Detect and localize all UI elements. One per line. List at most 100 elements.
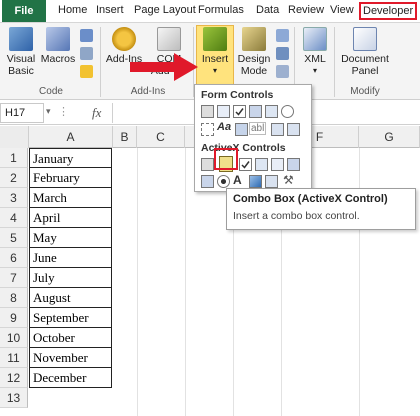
relative-references-icon[interactable] [80, 47, 93, 60]
macros-button[interactable]: Macros [40, 27, 76, 65]
check-box-form-control-icon[interactable] [233, 105, 246, 118]
gridline [137, 148, 138, 416]
tab-view[interactable]: View [330, 4, 354, 16]
tooltip-title: Combo Box (ActiveX Control) [233, 193, 388, 205]
spin-button-activex-icon[interactable] [201, 175, 214, 188]
row-header[interactable]: 10 [0, 328, 28, 348]
name-box[interactable]: H17 [0, 103, 44, 123]
text-field-form-control-icon[interactable]: abl [249, 122, 267, 135]
cell-a7[interactable]: July [29, 268, 112, 288]
row-header[interactable]: 1 [0, 148, 28, 168]
xml-button[interactable]: XML ▾ [298, 27, 332, 77]
row-header[interactable]: 5 [0, 228, 28, 248]
cell-a6[interactable]: June [29, 248, 112, 268]
visual-basic-button[interactable]: Visual Basic [4, 27, 38, 77]
row-header[interactable]: 11 [0, 348, 28, 368]
cell-a9[interactable]: September [29, 308, 112, 328]
combo-list-edit-icon[interactable] [271, 123, 284, 136]
com-addins-icon [157, 27, 181, 51]
gridline [185, 148, 186, 416]
insert-controls-button[interactable]: Insert ▾ [197, 27, 233, 77]
record-macro-icon[interactable] [80, 29, 93, 42]
gear-icon [112, 27, 136, 51]
row-header[interactable]: 4 [0, 208, 28, 228]
tab-review[interactable]: Review [288, 4, 324, 16]
image-activex-icon[interactable] [249, 175, 262, 188]
column-header-c[interactable]: C [137, 126, 185, 148]
group-separator [334, 27, 335, 97]
view-code-icon[interactable] [276, 47, 289, 60]
cell-a11[interactable]: November [29, 348, 112, 368]
combo-drop-down-edit-icon[interactable] [287, 123, 300, 136]
option-button-form-control-icon[interactable] [281, 105, 294, 118]
properties-icon[interactable] [276, 29, 289, 42]
scroll-bar-form-control-icon[interactable] [235, 123, 248, 136]
tab-developer[interactable]: Developer [359, 2, 418, 20]
xml-icon [303, 27, 327, 51]
cell-a1[interactable]: January [29, 148, 112, 168]
row-header[interactable]: 13 [0, 388, 28, 408]
run-dialog-icon[interactable] [276, 65, 289, 78]
cell-a2[interactable]: February [29, 168, 112, 188]
tooltip: Combo Box (ActiveX Control) Insert a com… [226, 188, 416, 230]
row-header[interactable]: 9 [0, 308, 28, 328]
cell-a10[interactable]: October [29, 328, 112, 348]
cell-a12[interactable]: December [29, 368, 112, 388]
modify-group-label: Modify [350, 86, 380, 97]
tab-formulas[interactable]: Formulas [198, 4, 244, 16]
command-button-activex-icon[interactable] [201, 158, 214, 171]
row-header[interactable]: 6 [0, 248, 28, 268]
label-activex-icon[interactable]: A [233, 173, 242, 187]
cell-a4[interactable]: April [29, 208, 112, 228]
document-panel-icon [353, 27, 377, 51]
combo-box-highlight [214, 148, 238, 170]
tab-insert[interactable]: Insert [96, 4, 124, 16]
option-button-activex-icon[interactable] [217, 175, 230, 188]
cell-a8[interactable]: August [29, 288, 112, 308]
toggle-button-activex-icon[interactable] [265, 175, 278, 188]
namebox-dropdown-icon[interactable]: ▾ [46, 106, 51, 117]
cell-a5[interactable]: May [29, 228, 112, 248]
column-header-a[interactable]: A [29, 126, 113, 148]
row-header[interactable]: 12 [0, 368, 28, 388]
add-ins-group-label: Add-Ins [130, 86, 166, 97]
document-panel-button[interactable]: Document Panel [338, 27, 392, 77]
row-header[interactable]: 7 [0, 268, 28, 288]
tooltip-description: Insert a combo box control. [233, 210, 360, 222]
list-box-activex-icon[interactable] [255, 158, 268, 171]
chevron-down-icon: ▾ [212, 66, 217, 75]
row-header[interactable]: 8 [0, 288, 28, 308]
design-mode-button[interactable]: Design Mode [236, 27, 272, 77]
tab-data[interactable]: Data [256, 4, 279, 16]
select-all-corner[interactable] [0, 126, 29, 148]
text-box-activex-icon[interactable] [271, 158, 284, 171]
list-box-form-control-icon[interactable] [265, 105, 278, 118]
tab-home[interactable]: Home [58, 4, 87, 16]
more-controls-icon[interactable]: ⚒ [283, 173, 294, 187]
formula-divider-icon: ⋮ [58, 106, 69, 118]
check-box-activex-icon[interactable] [239, 158, 252, 171]
cell-a3[interactable]: March [29, 188, 112, 208]
fx-icon[interactable]: fx [92, 105, 101, 121]
code-group-label: Code [39, 86, 63, 97]
toolbox-icon [203, 27, 227, 51]
macro-security-icon[interactable] [80, 65, 93, 78]
column-header-b[interactable]: B [113, 126, 137, 148]
design-mode-icon [242, 27, 266, 51]
button-form-control-icon[interactable] [201, 105, 214, 118]
row-header[interactable]: 3 [0, 188, 28, 208]
spin-button-form-control-icon[interactable] [249, 105, 262, 118]
group-box-form-control-icon[interactable] [201, 123, 214, 136]
visual-basic-icon [9, 27, 33, 51]
tab-file[interactable]: File [2, 0, 46, 22]
column-header-g[interactable]: G [359, 126, 420, 148]
tab-page-layout[interactable]: Page Layout [134, 4, 196, 16]
combo-box-form-control-icon[interactable] [217, 105, 230, 118]
label-form-control-icon[interactable]: Aa [217, 121, 231, 133]
chevron-down-icon: ▾ [312, 66, 317, 75]
scroll-bar-activex-icon[interactable] [287, 158, 300, 171]
form-controls-heading: Form Controls [201, 89, 274, 101]
row-header[interactable]: 2 [0, 168, 28, 188]
red-arrow-annotation [130, 53, 198, 81]
group-separator [100, 27, 101, 97]
